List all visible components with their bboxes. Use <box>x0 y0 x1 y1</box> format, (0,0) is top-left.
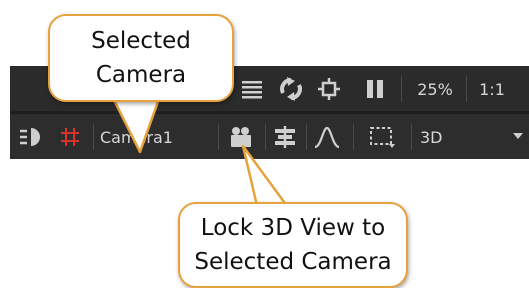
toolbar-separator <box>411 124 412 150</box>
callout-line: Lock 3D View to <box>200 215 386 241</box>
curve-icon[interactable] <box>312 125 342 149</box>
callout-line: Selected Camera <box>194 249 392 275</box>
selection-marquee-icon[interactable] <box>367 124 399 150</box>
view-mode-label: 3D <box>420 127 443 147</box>
pause-icon[interactable] <box>364 78 386 100</box>
callout-pointer <box>241 144 292 210</box>
callout-lock-3d-view: Lock 3D View to Selected Camera <box>178 202 408 288</box>
pixel-ratio-label[interactable]: 1:1 <box>472 78 512 100</box>
toolbar-separator <box>93 124 94 150</box>
toolbar-separator <box>401 76 402 102</box>
toolbar-separator <box>353 124 354 150</box>
zoom-level-label[interactable]: 25% <box>410 78 460 100</box>
callout-line: Selected <box>91 28 191 54</box>
dropdown-arrow-icon[interactable] <box>512 131 524 141</box>
view-mode-select[interactable]: 3D <box>420 126 520 148</box>
crosshair-icon[interactable] <box>316 77 342 101</box>
toolbar-separator <box>466 76 467 102</box>
callout-selected-camera: Selected Camera <box>48 14 234 102</box>
grid-icon[interactable] <box>58 125 82 149</box>
light-icon[interactable] <box>18 125 46 149</box>
callout-line: Camera <box>95 62 187 88</box>
sync-icon[interactable] <box>277 77 305 101</box>
list-icon[interactable] <box>240 78 264 100</box>
